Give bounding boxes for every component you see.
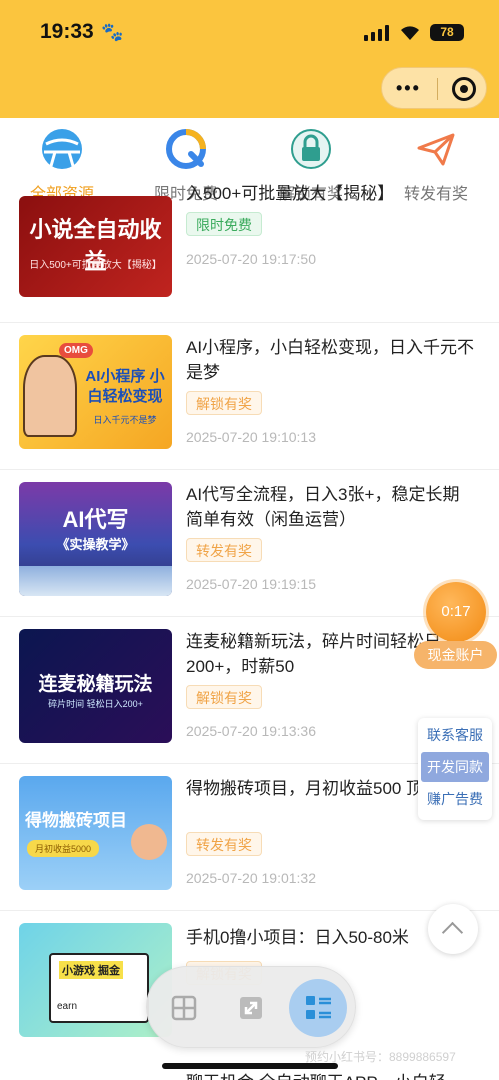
paw-icon: 🐾 xyxy=(101,22,124,42)
app-header: 19:33 🐾 78 ••• xyxy=(0,0,499,118)
item-title: AI小程序，小白轻松变现，日入千元不是梦 xyxy=(186,338,475,382)
globe-icon xyxy=(41,128,83,170)
lock-icon xyxy=(290,128,332,170)
develop-same-button[interactable]: 开发同款 xyxy=(421,752,489,782)
close-target-icon[interactable] xyxy=(452,77,476,101)
cartoon-face-icon xyxy=(23,355,77,437)
home-indicator xyxy=(162,1063,338,1069)
paper-plane-icon xyxy=(415,128,457,170)
countdown-timer[interactable]: 0:17 xyxy=(426,582,486,642)
item-badge: 解锁有奖 xyxy=(186,685,262,709)
landscape-graphic xyxy=(19,566,172,596)
item-badge: 限时免费 xyxy=(186,212,262,236)
grid-view-button[interactable] xyxy=(155,979,213,1037)
item-date: 2025-07-20 19:01:32 xyxy=(186,870,316,886)
mini-program-capsule: ••• xyxy=(381,67,487,109)
item-thumbnail: 连麦秘籍玩法 碎片时间 轻松日入200+ xyxy=(19,629,172,743)
battery-indicator: 78 xyxy=(430,24,464,41)
item-date: 2025-07-20 19:17:50 xyxy=(186,251,316,267)
cash-account-button[interactable]: 现金账户 xyxy=(414,641,497,669)
expand-icon xyxy=(240,997,262,1019)
item-thumbnail: OMG AI小程序 小白轻松变现 日入千元不是梦 xyxy=(19,335,172,449)
cartoon-boy-icon xyxy=(131,824,167,860)
contact-service-button[interactable]: 联系客服 xyxy=(421,720,489,750)
side-service-panel: 联系客服 开发同款 赚广告费 xyxy=(418,718,492,820)
wifi-icon xyxy=(398,22,422,47)
more-options-button[interactable]: ••• xyxy=(396,78,421,99)
item-date: 2025-07-20 19:19:15 xyxy=(186,576,316,592)
list-view-button[interactable] xyxy=(289,979,347,1037)
q-circle-icon xyxy=(165,128,207,170)
scroll-to-top-button[interactable] xyxy=(428,904,478,954)
item-title: 入500+可批量放大【揭秘】 xyxy=(186,184,395,203)
expand-button[interactable] xyxy=(222,979,280,1037)
item-thumbnail: 小说全自动收益 日入500+可批量放大【揭秘】 xyxy=(19,196,172,297)
item-title: AI代写全流程，日入3张+，稳定长期简单有效（闲鱼运营） xyxy=(186,485,460,529)
item-thumbnail: 得物搬砖项目 月初收益5000 xyxy=(19,776,172,890)
next-item-title: 聊天机会 全自动聊天APP，小白轻 xyxy=(186,1068,446,1080)
list-item[interactable]: 小说全自动收益 日入500+可批量放大【揭秘】 入500+可批量放大【揭秘】 限… xyxy=(0,176,499,323)
item-date: 2025-07-20 19:13:36 xyxy=(186,723,316,739)
signal-icon xyxy=(364,25,390,41)
item-badge: 解锁有奖 xyxy=(186,391,262,415)
earn-ad-fee-button[interactable]: 赚广告费 xyxy=(421,784,489,814)
status-time: 19:33 xyxy=(40,20,94,43)
list-icon xyxy=(306,996,331,1019)
item-thumbnail: AI代写 《实操教学》 xyxy=(19,482,172,596)
bottom-navigation xyxy=(146,966,356,1048)
item-date: 2025-07-20 19:10:13 xyxy=(186,429,316,445)
list-item[interactable]: AI代写 《实操教学》 AI代写全流程，日入3张+，稳定长期简单有效（闲鱼运营）… xyxy=(0,470,499,617)
grid-icon xyxy=(171,995,197,1021)
item-badge: 转发有奖 xyxy=(186,538,262,562)
omg-sticker: OMG xyxy=(59,343,93,358)
item-badge: 转发有奖 xyxy=(186,832,262,856)
list-item[interactable]: OMG AI小程序 小白轻松变现 日入千元不是梦 AI小程序，小白轻松变现，日入… xyxy=(0,323,499,470)
capsule-divider xyxy=(437,78,438,100)
